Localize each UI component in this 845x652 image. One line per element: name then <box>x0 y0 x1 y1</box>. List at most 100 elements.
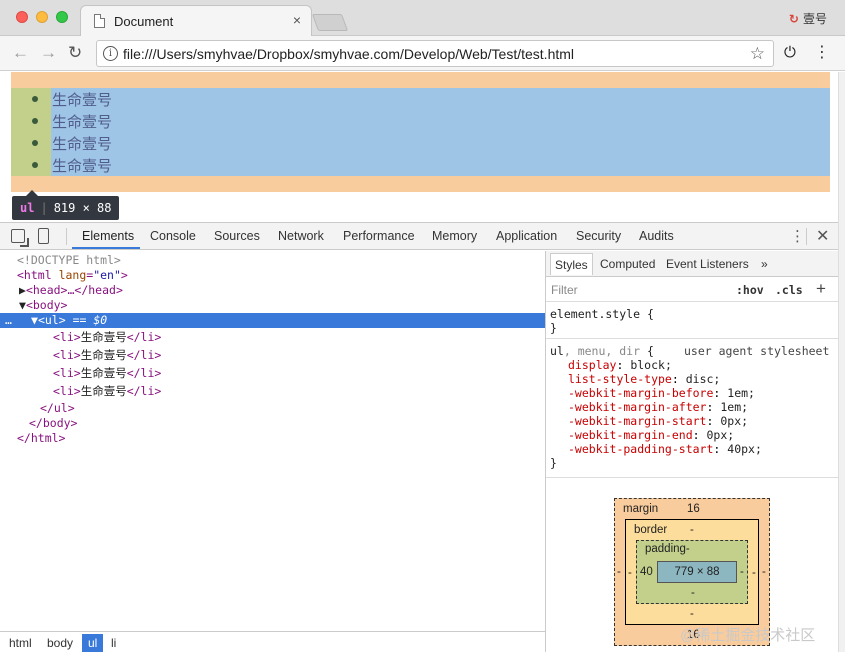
padding-right-value[interactable]: - <box>740 566 744 578</box>
url-text[interactable]: file:///Users/smyhvae/Dropbox/smyhvae.co… <box>123 46 574 62</box>
css-declaration[interactable]: list-style-type: disc; <box>568 372 720 386</box>
back-arrow-icon[interactable]: ← <box>12 43 29 63</box>
tab-performance[interactable]: Performance <box>343 229 415 243</box>
padding-bottom-value[interactable]: - <box>691 587 695 599</box>
watermark: @稀土掘金技术社区 <box>680 627 816 644</box>
css-declaration[interactable]: -webkit-padding-start: 40px; <box>568 442 762 456</box>
sync-icon: ↻ <box>788 12 799 26</box>
devtools-panel: Elements Console Sources Network Perform… <box>0 222 838 652</box>
more-tabs-icon[interactable]: » <box>761 257 768 271</box>
browser-tab[interactable]: Document × <box>80 5 312 36</box>
class-toggle[interactable]: .cls <box>775 283 803 297</box>
tab-styles[interactable]: Styles <box>550 253 593 275</box>
tree-node-li[interactable]: <li>生命壹号</li> <box>0 348 545 363</box>
tree-node-html-close[interactable]: </html> <box>0 431 545 446</box>
tree-node-ul-selected[interactable]: … ▼<ul> == $0 <box>0 313 545 328</box>
tree-node-li[interactable]: <li>生命壹号</li> <box>0 384 545 399</box>
devtools-menu-icon[interactable]: ⋮ <box>790 227 805 245</box>
tree-node-ul-close[interactable]: </ul> <box>0 401 545 416</box>
box-model-padding[interactable]: padding- 40 - - 779 × 88 <box>636 540 748 604</box>
css-declaration[interactable]: display: block; <box>568 358 672 372</box>
device-toolbar-icon[interactable] <box>38 228 49 244</box>
hover-state-toggle[interactable]: :hov <box>736 283 764 297</box>
devtools-tab-bar: Elements Console Sources Network Perform… <box>0 223 838 250</box>
tree-node-head[interactable]: ▶<head>…</head> <box>0 283 545 298</box>
breadcrumb-ul[interactable]: ul <box>82 634 104 652</box>
minimize-window-button[interactable] <box>36 11 48 23</box>
tab-close-icon[interactable]: × <box>293 12 301 28</box>
tree-node-li[interactable]: <li>生命壹号</li> <box>0 366 545 381</box>
bullet-icon <box>32 140 38 146</box>
page-scrollbar[interactable] <box>838 72 845 652</box>
list-item: 生命壹号 <box>32 89 112 111</box>
css-declaration[interactable]: -webkit-margin-after: 1em; <box>568 400 748 414</box>
element-style-rule[interactable]: element.style { } <box>546 307 838 337</box>
tab-elements[interactable]: Elements <box>82 229 134 243</box>
browser-menu-icon[interactable]: ⋮ <box>814 42 830 62</box>
tab-memory[interactable]: Memory <box>432 229 477 243</box>
tab-computed[interactable]: Computed <box>600 257 655 271</box>
tab-application[interactable]: Application <box>496 229 557 243</box>
box-model-content[interactable]: 779 × 88 <box>657 561 737 583</box>
list-item: 生命壹号 <box>32 133 112 155</box>
border-bottom-value[interactable]: - <box>690 608 694 620</box>
reload-icon[interactable]: ↻ <box>68 43 82 63</box>
filter-input[interactable]: Filter <box>551 283 578 297</box>
tab-audits[interactable]: Audits <box>639 229 674 243</box>
tab-network[interactable]: Network <box>278 229 324 243</box>
content-highlight <box>11 88 830 176</box>
forward-arrow-icon[interactable]: → <box>40 43 57 63</box>
list-item: 生命壹号 <box>32 155 112 177</box>
bullet-icon <box>32 162 38 168</box>
padding-left-value[interactable]: 40 <box>640 566 653 578</box>
zoom-window-button[interactable] <box>56 11 68 23</box>
tree-node-body[interactable]: ▼<body> <box>0 298 545 313</box>
box-model-border[interactable]: border - - - - padding- 40 - - 779 × 88 <box>625 519 759 625</box>
tab-title: Document <box>114 14 174 29</box>
tab-security[interactable]: Security <box>576 229 621 243</box>
margin-right-value[interactable]: - <box>762 566 766 578</box>
address-bar[interactable]: i file:///Users/smyhvae/Dropbox/smyhvae.… <box>96 40 774 67</box>
active-tab-indicator <box>72 247 140 249</box>
bookmark-star-icon[interactable]: ☆ <box>750 44 765 64</box>
document-icon <box>94 14 105 28</box>
info-icon[interactable]: i <box>103 46 118 61</box>
tree-node-html[interactable]: <html lang="en"> <box>0 268 545 283</box>
tree-node-li[interactable]: <li>生命壹号</li> <box>0 330 545 345</box>
close-window-button[interactable] <box>16 11 28 23</box>
expand-arrow-icon: ▶ <box>19 283 26 297</box>
new-rule-icon[interactable]: + <box>816 279 826 299</box>
styles-filter[interactable]: Filter :hov .cls + <box>546 278 838 302</box>
bullet-icon <box>32 96 38 102</box>
css-declaration[interactable]: -webkit-margin-start: 0px; <box>568 414 748 428</box>
border-left-value[interactable]: - <box>628 567 632 579</box>
new-tab-button[interactable] <box>311 14 349 31</box>
breadcrumb-li[interactable]: li <box>105 634 122 652</box>
page-viewport: 生命壹号 生命壹号 生命壹号 生命壹号 ul | 819 × 88 <box>0 72 838 222</box>
border-top-value[interactable]: - <box>690 524 694 536</box>
collapse-arrow-icon: ▼ <box>31 313 38 327</box>
margin-top-value[interactable]: 16 <box>687 503 700 515</box>
breadcrumb-body[interactable]: body <box>41 634 79 652</box>
tree-node-doctype[interactable]: <!DOCTYPE html> <box>0 253 545 268</box>
devtools-close-icon[interactable]: ✕ <box>816 226 829 246</box>
margin-left-value[interactable]: - <box>617 566 621 578</box>
border-right-value[interactable]: - <box>752 567 756 579</box>
tab-sources[interactable]: Sources <box>214 229 260 243</box>
inspect-element-icon[interactable] <box>11 229 25 243</box>
css-declaration[interactable]: -webkit-margin-end: 0px; <box>568 428 734 442</box>
ua-style-rule[interactable]: ul, menu, dir { user agent stylesheet di… <box>546 344 838 474</box>
browser-window: Document × ↻ 壹号 ← → ↻ i file:///Users/smy… <box>0 0 845 652</box>
profile-button[interactable]: ↻ 壹号 <box>789 10 827 27</box>
profile-name: 壹号 <box>802 12 827 26</box>
list-item: 生命壹号 <box>32 111 112 133</box>
styles-tab-bar: Styles Computed Event Listeners » <box>546 251 838 277</box>
breadcrumb-html[interactable]: html <box>3 634 38 652</box>
tab-console[interactable]: Console <box>150 229 196 243</box>
css-declaration[interactable]: -webkit-margin-before: 1em; <box>568 386 755 400</box>
title-bar: Document × ↻ 壹号 <box>0 0 845 36</box>
collapse-arrow-icon: ▼ <box>19 298 26 312</box>
tab-event-listeners[interactable]: Event Listeners <box>666 257 749 271</box>
power-icon[interactable]: ⏻ <box>784 44 796 61</box>
tree-node-body-close[interactable]: </body> <box>0 416 545 431</box>
